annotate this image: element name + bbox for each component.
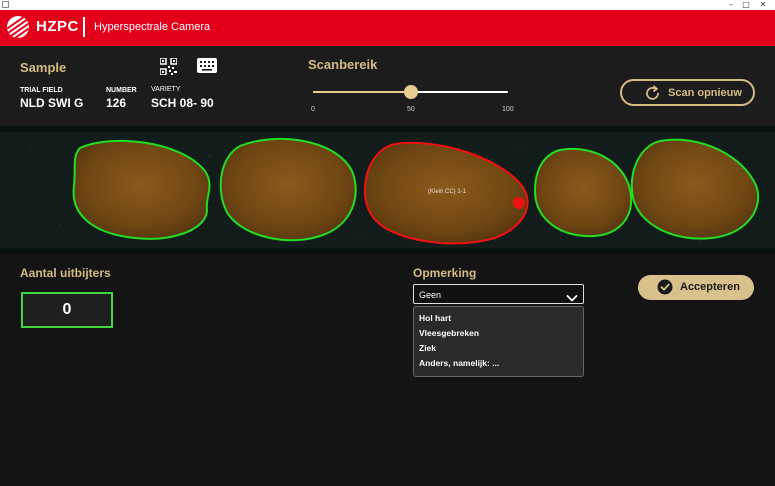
accept-label: Accepteren <box>680 281 740 293</box>
remark-option-vleesgebreken[interactable]: Vleesgebreken <box>414 326 583 341</box>
rescan-label: Scan opnieuw <box>668 87 742 99</box>
outliers-title: Aantal uitbijters <box>20 266 111 280</box>
outliers-count-field[interactable]: 0 <box>21 292 113 328</box>
check-circle-icon <box>657 279 673 300</box>
close-button[interactable]: ✕ <box>753 0 773 10</box>
tuber-2[interactable] <box>219 137 357 242</box>
scan-range-max-label: 100 <box>502 106 514 113</box>
variety-value: SCH 08- 90 <box>151 96 214 110</box>
trial-field-label: TRIAL FIELD <box>20 87 63 94</box>
brand-logo-text: HZPC <box>36 18 79 35</box>
remark-selected-value: Geen <box>419 290 442 300</box>
trial-field-value: NLD SWI G <box>20 96 84 110</box>
window-titlebar: – □ ✕ <box>0 0 775 10</box>
accept-button[interactable]: Accepteren <box>638 275 754 300</box>
number-value: 126 <box>106 96 127 110</box>
header-divider <box>83 17 85 37</box>
scan-range-min-label: 0 <box>311 106 315 113</box>
remark-select[interactable]: Geen <box>413 284 584 304</box>
remark-title: Opmerking <box>413 266 477 280</box>
variety-label: VARIETY <box>151 86 181 93</box>
remark-option-anders[interactable]: Anders, namelijk: ... <box>414 356 583 371</box>
scan-range-mid-label: 50 <box>407 106 415 113</box>
rescan-button[interactable]: Scan opnieuw <box>620 79 755 106</box>
keyboard-icon[interactable] <box>197 58 217 78</box>
selected-marker <box>513 197 525 209</box>
remark-option-ziek[interactable]: Ziek <box>414 341 583 356</box>
qr-code-icon[interactable] <box>159 57 178 80</box>
scan-range-thumb[interactable] <box>403 85 418 99</box>
refresh-icon <box>644 85 661 107</box>
app-title: Hyperspectrale Camera <box>94 21 211 33</box>
number-label: NUMBER <box>106 87 137 94</box>
remark-option-hol-hart[interactable]: Hol hart <box>414 311 583 326</box>
scan-image[interactable]: (Klein CC) 1-1 <box>0 126 775 254</box>
selected-tuber-label: (Klein CC) 1-1 <box>428 189 467 195</box>
app-icon <box>2 1 9 8</box>
scan-range-title: Scanbereik <box>308 57 378 72</box>
remark-options-list: Hol hart Vleesgebreken Ziek Anders, name… <box>413 306 584 377</box>
scan-range-fill <box>313 91 411 93</box>
hzpc-logo-icon <box>7 16 29 38</box>
sample-title: Sample <box>20 60 67 75</box>
